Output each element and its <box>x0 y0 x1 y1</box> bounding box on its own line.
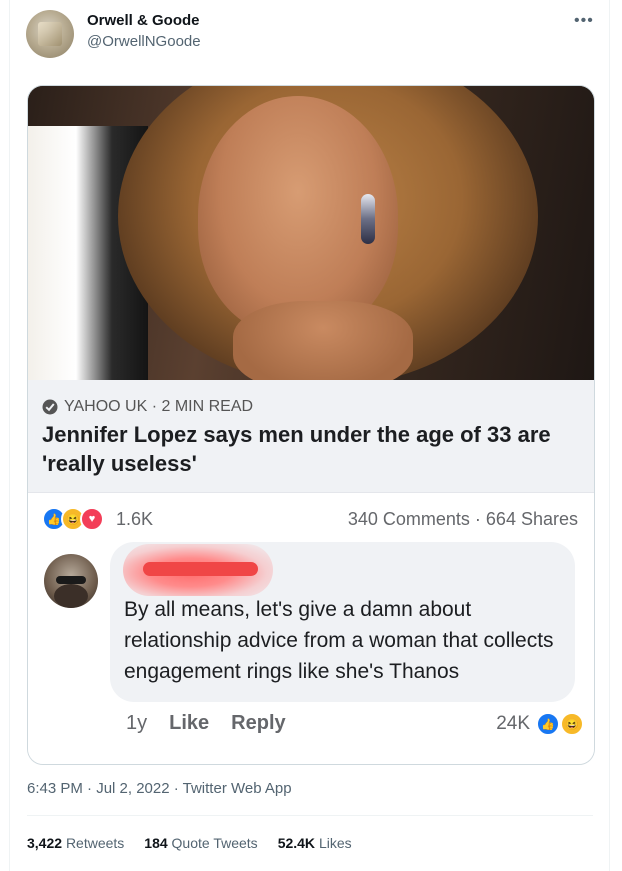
likes-label: Likes <box>318 835 352 851</box>
author-handle[interactable]: @OrwellNGoode <box>87 33 201 50</box>
comment-like-link: Like <box>169 712 210 734</box>
love-reaction-icon: ♥ <box>80 507 104 531</box>
author-avatar[interactable] <box>26 10 74 58</box>
reaction-icons: 👍 😆 ♥ <box>42 507 104 531</box>
tweet-timestamp[interactable]: 6:43 PM · Jul 2, 2022 · Twitter Web App <box>27 780 292 797</box>
comment-age: 1y <box>126 712 148 734</box>
divider <box>27 815 593 816</box>
likes-count: 52.4K <box>277 835 316 851</box>
tweet-metrics: 3,422 Retweets 184 Quote Tweets 52.4K Li… <box>27 835 352 851</box>
reaction-count: 1.6K <box>116 509 154 529</box>
timeline-border-left <box>9 0 10 871</box>
retweets-metric[interactable]: 3,422 Retweets <box>27 835 124 851</box>
timeline-border-right <box>609 0 610 871</box>
quote-tweets-metric[interactable]: 184 Quote Tweets <box>144 835 257 851</box>
quote-tweets-label: Quote Tweets <box>171 835 258 851</box>
post-stats: 👍 😆 ♥ 1.6K 340 Comments · 664 Shares <box>28 492 594 543</box>
link-source-text: YAHOO UK · 2 MIN READ <box>64 398 254 415</box>
yahoo-source-icon <box>42 399 58 415</box>
likes-metric[interactable]: 52.4K Likes <box>278 835 352 851</box>
quote-tweets-count: 184 <box>144 835 168 851</box>
comments-shares-count: 340 Comments · 664 Shares <box>347 509 578 529</box>
comment-actions: 1y Like Reply <box>126 712 286 735</box>
news-photo <box>28 86 594 380</box>
retweets-label: Retweets <box>65 835 125 851</box>
comment-text: By all means, let's give a damn about re… <box>124 598 554 683</box>
comment-reaction-count: 24K <box>496 713 530 734</box>
redacted-name-mark <box>143 562 258 576</box>
comment: By all means, let's give a damn about re… <box>28 542 594 764</box>
commenter-avatar <box>44 554 98 608</box>
comment-reply-link: Reply <box>231 712 286 734</box>
tweet-media-image[interactable]: YAHOO UK · 2 MIN READ Jennifer Lopez say… <box>27 85 595 765</box>
link-preview: YAHOO UK · 2 MIN READ Jennifer Lopez say… <box>28 380 594 492</box>
author-name[interactable]: Orwell & Goode <box>87 12 200 29</box>
link-headline: Jennifer Lopez says men under the age of… <box>42 422 551 476</box>
comment-reactions: 24K 👍 😆 <box>496 712 584 736</box>
retweets-count: 3,422 <box>27 835 63 851</box>
link-source: YAHOO UK · 2 MIN READ <box>42 398 253 416</box>
like-reaction-icon: 👍 <box>536 712 560 736</box>
haha-reaction-icon: 😆 <box>560 712 584 736</box>
more-options-icon[interactable]: ••• <box>574 12 594 30</box>
